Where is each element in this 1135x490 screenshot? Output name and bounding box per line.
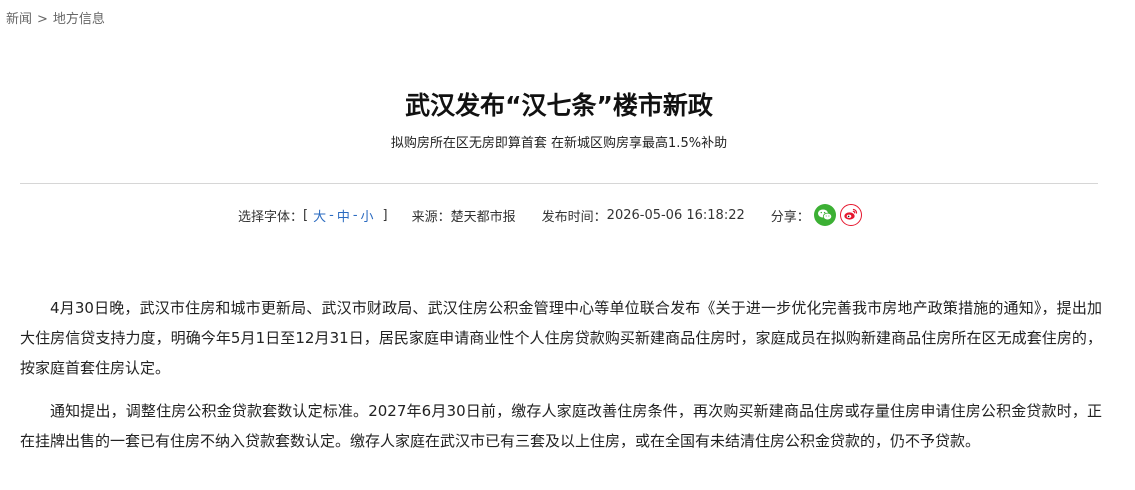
- article-paragraph: 通知提出，调整住房公积金贷款套数认定标准。2027年6月30日前，缴存人家庭改善…: [20, 402, 1102, 450]
- source-value: 楚天都市报: [450, 209, 516, 225]
- font-size-large-link[interactable]: 大: [312, 206, 327, 225]
- breadcrumb: 新闻 > 地方信息: [6, 8, 105, 27]
- article-body: 4月30日晚，武汉市住房和城市更新局、武汉市财政局、武汉住房公积金管理中心等单位…: [20, 293, 1102, 469]
- breadcrumb-separator: >: [37, 12, 48, 27]
- weibo-icon: [844, 208, 857, 220]
- font-size-small-link[interactable]: 小: [360, 206, 375, 225]
- wechat-share-button[interactable]: [813, 204, 836, 226]
- breadcrumb-item-news[interactable]: 新闻: [6, 12, 32, 27]
- weibo-share-button[interactable]: [839, 204, 862, 226]
- title-divider: [20, 183, 1098, 184]
- article-meta: 选择字体： [ 大 - 中 - 小 ] 来源： 楚天都市报 发布时间： 2026…: [238, 204, 862, 226]
- breadcrumb-item-local-info[interactable]: 地方信息: [53, 12, 105, 27]
- bracket-open: [: [303, 207, 309, 223]
- font-size-medium-link[interactable]: 中: [336, 206, 351, 225]
- font-size-selector: [ 大 - 中 - 小 ]: [303, 206, 388, 225]
- wechat-icon: [817, 209, 832, 221]
- font-size-dash: -: [329, 207, 334, 223]
- publish-time-value: 2026-05-06 16:18:22: [606, 207, 745, 223]
- share-label: 分享：: [770, 209, 810, 225]
- article-subtitle: 拟购房所在区无房即算首套 在新城区购房享最高1.5%补助: [390, 136, 728, 151]
- font-size-dash: -: [352, 207, 358, 223]
- font-size-label: 选择字体：: [238, 209, 304, 225]
- publish-time-label: 发布时间：: [541, 209, 607, 225]
- source-label: 来源：: [411, 209, 451, 225]
- article-title: 武汉发布“汉七条”楼市新政: [405, 91, 713, 120]
- bracket-close: ]: [382, 207, 388, 223]
- article-paragraph: 4月30日晚，武汉市住房和城市更新局、武汉市财政局、武汉住房公积金管理中心等单位…: [20, 299, 1102, 377]
